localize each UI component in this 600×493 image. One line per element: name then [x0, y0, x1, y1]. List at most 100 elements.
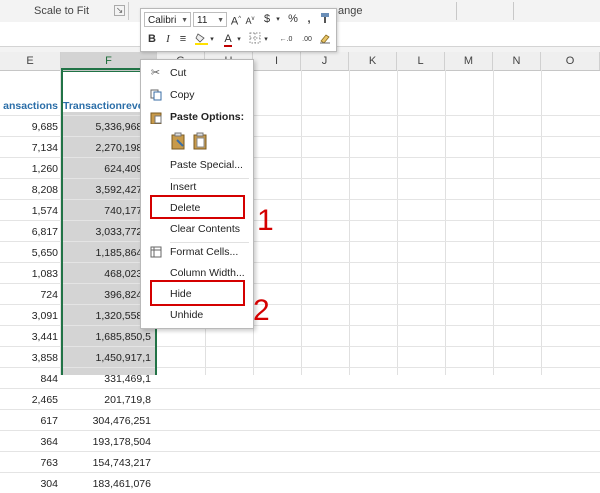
cell-transactions[interactable]: 6,817 — [0, 223, 58, 241]
increase-font-size-button[interactable]: A^ — [230, 12, 242, 28]
font-name-value: Calibri — [148, 15, 177, 26]
menu-item-clear-contents[interactable]: Clear Contents — [141, 220, 253, 239]
bold-glyph: B — [148, 33, 156, 45]
eraser-icon[interactable] — [318, 32, 332, 47]
italic-glyph: I — [166, 33, 170, 45]
cell-transactions[interactable]: 3,858 — [0, 349, 58, 367]
fill-color-icon[interactable] — [194, 32, 208, 47]
ribbon-divider — [128, 2, 129, 20]
cell-transactions[interactable]: 5,650 — [0, 244, 58, 262]
font-color-glyph: A — [224, 33, 232, 45]
cell-transactions[interactable]: 2,465 — [0, 391, 58, 409]
paste-clipboard-icon[interactable] — [193, 132, 209, 150]
cell-transaction-revenue[interactable]: 154,743,217 — [63, 454, 151, 472]
clipboard-icon — [149, 111, 162, 125]
menu-item-format-cells[interactable]: Format Cells... — [141, 243, 253, 262]
font-color-swatch — [224, 45, 232, 47]
paste-paintbrush-icon[interactable] — [171, 132, 187, 150]
menu-item-paste-special[interactable]: Paste Special... — [141, 156, 253, 175]
chevron-down-icon[interactable]: ▾ — [236, 32, 242, 47]
cell-transactions[interactable]: 8,208 — [0, 181, 58, 199]
grid-line — [0, 472, 600, 473]
cell-transactions[interactable]: 844 — [0, 370, 58, 388]
column-header-i[interactable]: I — [253, 52, 301, 70]
ribbon-divider — [513, 2, 514, 20]
column-header-k[interactable]: K — [349, 52, 397, 70]
font-size-value: 11 — [197, 15, 208, 26]
cell-transactions[interactable]: 304 — [0, 475, 58, 493]
italic-button[interactable]: I — [162, 32, 174, 47]
menu-item-copy[interactable]: Copy — [141, 86, 253, 105]
menu-item-cut[interactable]: ✂ Cut — [141, 64, 253, 83]
cell-transactions[interactable]: 7,134 — [0, 139, 58, 157]
cell-transaction-revenue[interactable]: 183,461,076 — [63, 475, 151, 493]
menu-item-label: Clear Contents — [170, 223, 241, 235]
percent-glyph: % — [288, 13, 298, 25]
column-header-o[interactable]: O — [541, 52, 600, 70]
decrease-decimal-glyph: .00 — [302, 36, 312, 43]
grid-line — [0, 451, 600, 452]
menu-item-unhide[interactable]: Unhide — [141, 306, 253, 325]
grid-line — [0, 409, 600, 410]
column-header-e[interactable]: E — [0, 52, 61, 70]
menu-item-label: Unhide — [170, 309, 204, 321]
grid-line — [0, 388, 600, 389]
center-align-button[interactable]: ≡ — [177, 32, 189, 47]
percent-style-button[interactable]: % — [287, 12, 299, 27]
highlight-box-delete — [150, 195, 245, 219]
format-cells-icon — [149, 246, 162, 259]
cell-transactions[interactable]: 617 — [0, 412, 58, 430]
decrease-font-size-button[interactable]: Av — [244, 12, 256, 27]
font-name-box[interactable]: Calibri ▼ — [144, 12, 191, 27]
menu-item-label: Paste Special... — [170, 159, 243, 171]
step-number-1: 1 — [257, 204, 274, 237]
grid-line — [0, 430, 600, 431]
header-cell-transactions[interactable]: ansactions — [0, 97, 58, 115]
column-header-row: E F G H I J K L M N O — [0, 52, 600, 71]
currency-glyph: $ — [263, 13, 271, 25]
column-header-n[interactable]: N — [493, 52, 541, 70]
cell-transaction-revenue[interactable]: 201,719,8 — [63, 391, 151, 409]
bold-button[interactable]: B — [146, 32, 158, 47]
comma-glyph: , — [307, 13, 311, 25]
increase-decimal-button[interactable]: ←.0 — [276, 32, 296, 47]
cell-transaction-revenue[interactable]: 193,178,504 — [63, 433, 151, 451]
cell-transactions[interactable]: 3,441 — [0, 328, 58, 346]
ribbon-divider — [456, 2, 457, 20]
borders-icon[interactable] — [248, 32, 262, 47]
menu-item-label: Format Cells... — [170, 246, 239, 258]
column-header-l[interactable]: L — [397, 52, 445, 70]
worksheet-grid[interactable]: E F G H I J K L M N O ansactions Transac… — [0, 52, 600, 490]
chevron-down-icon[interactable]: ▾ — [209, 32, 215, 47]
arrange-group-label: ange — [338, 5, 363, 17]
chevron-down-icon[interactable]: ▾ — [275, 12, 281, 27]
highlight-box-hide — [150, 280, 245, 306]
cell-transactions[interactable]: 763 — [0, 454, 58, 472]
chevron-down-icon: ▼ — [181, 17, 188, 24]
cell-transactions[interactable]: 1,083 — [0, 265, 58, 283]
column-header-m[interactable]: M — [445, 52, 493, 70]
font-color-button[interactable]: A — [222, 32, 234, 47]
decrease-decimal-button[interactable]: .00 — [299, 32, 315, 47]
cell-transactions[interactable]: 3,091 — [0, 307, 58, 325]
cell-transactions[interactable]: 364 — [0, 433, 58, 451]
chevron-down-icon: ▼ — [217, 17, 224, 24]
mini-toolbar: Calibri ▼ 11 ▼ A^ Av $ ▾ % , B I ≡ ▾ A ▾… — [140, 8, 337, 52]
menu-item-label: Copy — [170, 89, 195, 101]
cell-transaction-revenue[interactable]: 304,476,251 — [63, 412, 151, 430]
cell-transactions[interactable]: 1,260 — [0, 160, 58, 178]
dialog-launcher-icon[interactable]: ↘ — [114, 5, 125, 16]
menu-item-label: Paste Options: — [170, 111, 245, 123]
chevron-down-icon[interactable]: ▾ — [263, 32, 269, 47]
cell-transactions[interactable]: 9,685 — [0, 118, 58, 136]
format-painter-icon[interactable] — [319, 12, 331, 27]
currency-format-button[interactable]: $ — [261, 12, 273, 27]
step-number-2: 2 — [253, 294, 270, 327]
column-header-j[interactable]: J — [301, 52, 349, 70]
font-size-box[interactable]: 11 ▼ — [193, 12, 227, 27]
comma-style-button[interactable]: , — [304, 12, 314, 27]
paste-options-heading: Paste Options: — [141, 108, 253, 127]
increase-decimal-glyph: ←.0 — [279, 36, 293, 43]
cell-transactions[interactable]: 724 — [0, 286, 58, 304]
cell-transactions[interactable]: 1,574 — [0, 202, 58, 220]
